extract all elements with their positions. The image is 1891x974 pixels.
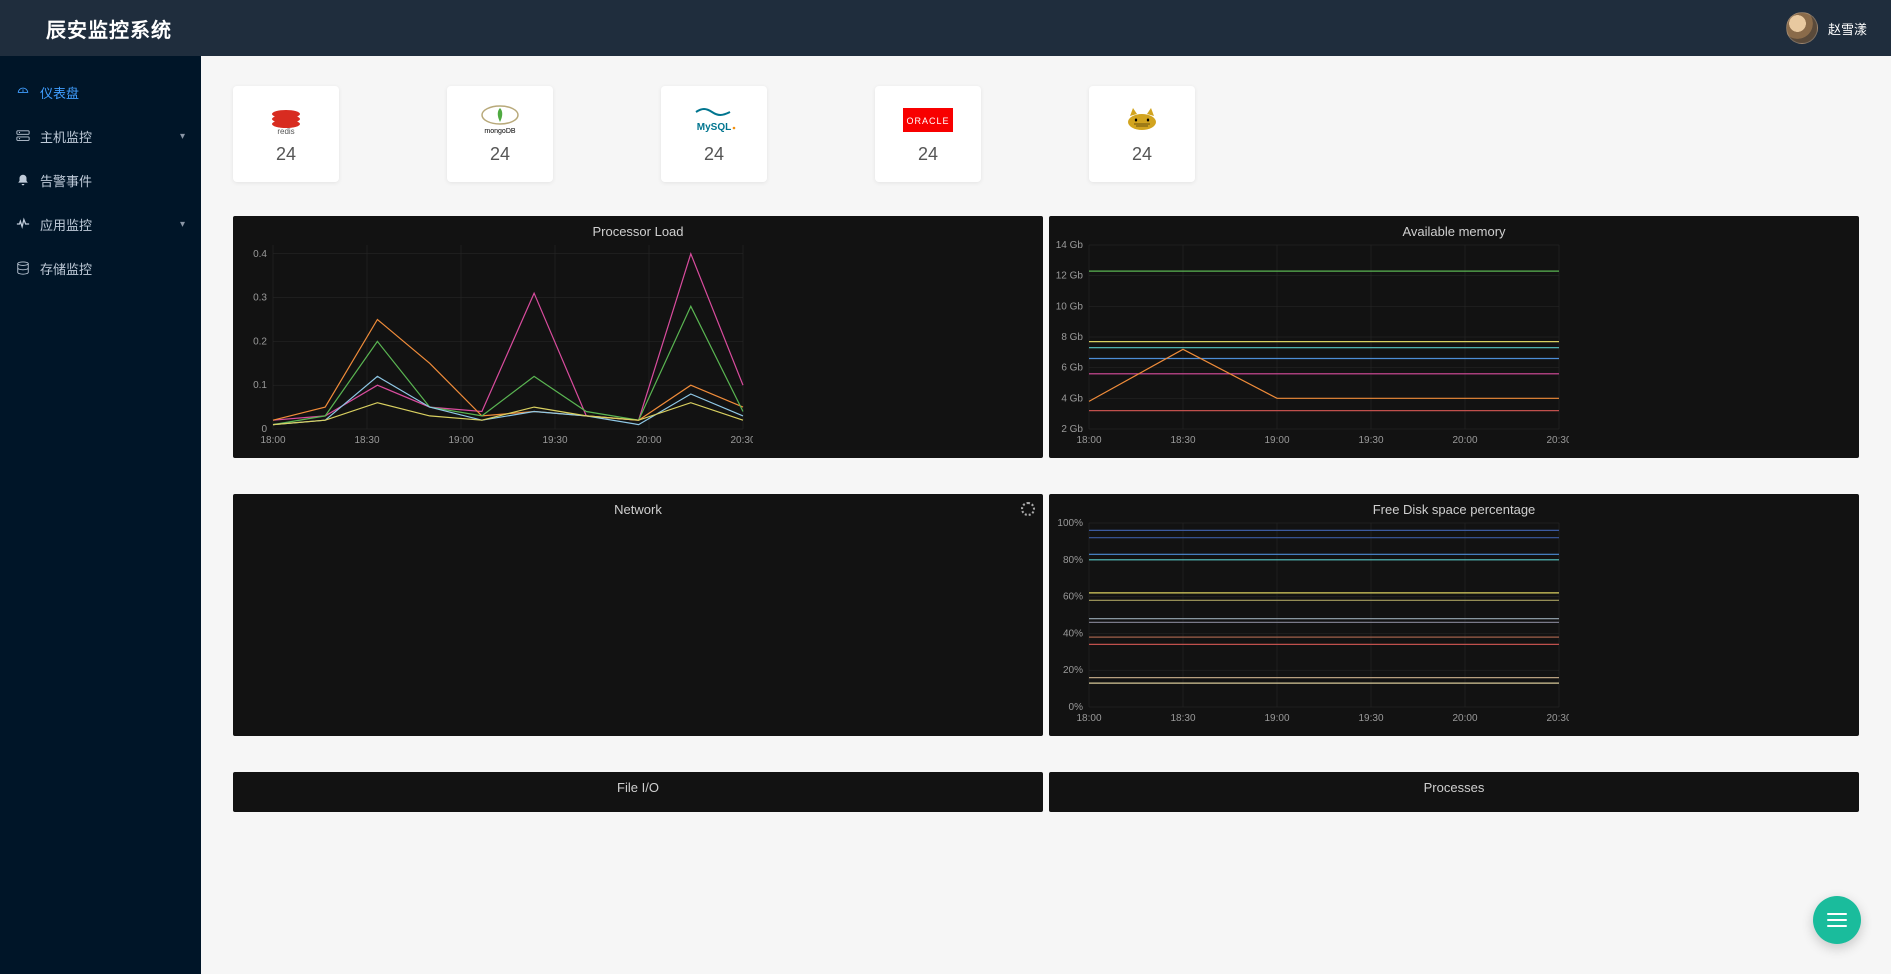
sidebar-item-label: 仪表盘 — [40, 83, 79, 102]
card-tomcat[interactable]: 24 — [1089, 86, 1195, 182]
svg-text:20:00: 20:00 — [636, 435, 661, 446]
server-icon — [16, 129, 30, 143]
main-content: redis 24 mongoDB 24 MySQL 24 ORACLE — [201, 56, 1891, 974]
svg-text:20:30: 20:30 — [730, 435, 753, 446]
mysql-icon: MySQL — [684, 104, 744, 136]
sidebar-item-label: 应用监控 — [40, 215, 92, 234]
chart-title: Processor Load — [233, 216, 1043, 239]
svg-text:19:00: 19:00 — [1264, 713, 1289, 724]
sidebar-item-label: 存储监控 — [40, 259, 92, 278]
chart-title: Free Disk space percentage — [1049, 494, 1859, 517]
tomcat-icon — [1112, 104, 1172, 136]
svg-text:80%: 80% — [1063, 555, 1083, 566]
svg-text:redis: redis — [277, 127, 294, 136]
svg-text:8 Gb: 8 Gb — [1061, 332, 1083, 343]
card-mysql[interactable]: MySQL 24 — [661, 86, 767, 182]
card-value: 24 — [704, 144, 724, 165]
svg-text:20:00: 20:00 — [1452, 435, 1477, 446]
sidebar-item-label: 告警事件 — [40, 171, 92, 190]
chart-title: Available memory — [1049, 216, 1859, 239]
svg-text:0: 0 — [261, 424, 267, 435]
chart-fileio[interactable]: File I/O — [233, 772, 1043, 812]
mongodb-icon: mongoDB — [470, 104, 530, 136]
user-area[interactable]: 赵雪漾 — [1786, 12, 1867, 44]
chevron-down-icon: ▾ — [180, 219, 185, 230]
svg-text:MySQL: MySQL — [697, 122, 731, 133]
dashboard-icon — [16, 85, 30, 99]
svg-text:20%: 20% — [1063, 665, 1083, 676]
chart-available-memory[interactable]: Available memory 2 Gb 4 Gb 6 Gb 8 Gb 10 Gb 12… — [1049, 216, 1859, 458]
redis-icon: redis — [256, 104, 316, 136]
sidebar-item-host[interactable]: 主机监控 ▾ — [0, 114, 201, 158]
svg-text:18:00: 18:00 — [260, 435, 285, 446]
database-icon — [16, 261, 30, 275]
svg-text:ORACLE: ORACLE — [906, 116, 949, 126]
menu-icon — [1827, 919, 1847, 922]
chart-processor-load[interactable]: Processor Load 0 0.1 0.2 0.3 0.4 18:00 18:30 19… — [233, 216, 1043, 458]
sidebar-item-label: 主机监控 — [40, 127, 92, 146]
svg-text:0.2: 0.2 — [253, 336, 267, 347]
card-value: 24 — [1132, 144, 1152, 165]
svg-text:0%: 0% — [1069, 702, 1084, 713]
oracle-icon: ORACLE — [898, 104, 958, 136]
card-value: 24 — [918, 144, 938, 165]
svg-text:18:30: 18:30 — [1170, 713, 1195, 724]
heartbeat-icon — [16, 217, 30, 231]
bell-icon — [16, 173, 30, 187]
sidebar-item-dashboard[interactable]: 仪表盘 — [0, 70, 201, 114]
chart-title: Network — [233, 494, 1043, 517]
svg-text:18:00: 18:00 — [1076, 435, 1101, 446]
sidebar: 仪表盘 主机监控 ▾ 告警事件 应用监控 ▾ 存储监控 — [0, 56, 201, 974]
svg-text:18:30: 18:30 — [354, 435, 379, 446]
svg-text:20:30: 20:30 — [1546, 713, 1569, 724]
header: 辰安监控系统 赵雪漾 — [0, 0, 1891, 56]
avatar[interactable] — [1786, 12, 1818, 44]
user-name: 赵雪漾 — [1828, 19, 1867, 38]
service-cards: redis 24 mongoDB 24 MySQL 24 ORACLE — [233, 86, 1859, 182]
chart-network[interactable]: Network — [233, 494, 1043, 736]
card-value: 24 — [490, 144, 510, 165]
svg-text:10 Gb: 10 Gb — [1056, 301, 1084, 312]
chart-disk[interactable]: Free Disk space percentage 0% 20% 40% 60% 80… — [1049, 494, 1859, 736]
card-value: 24 — [276, 144, 296, 165]
svg-text:2 Gb: 2 Gb — [1061, 424, 1083, 435]
chart-title: File I/O — [233, 772, 1043, 795]
loading-icon — [1021, 502, 1035, 516]
svg-text:14 Gb: 14 Gb — [1056, 240, 1084, 251]
svg-text:6 Gb: 6 Gb — [1061, 363, 1083, 374]
svg-text:0.1: 0.1 — [253, 380, 267, 391]
chart-title: Processes — [1049, 772, 1859, 795]
sidebar-item-storage[interactable]: 存储监控 — [0, 246, 201, 290]
svg-text:mongoDB: mongoDB — [484, 128, 515, 135]
svg-text:0.4: 0.4 — [253, 249, 267, 260]
card-redis[interactable]: redis 24 — [233, 86, 339, 182]
card-oracle[interactable]: ORACLE 24 — [875, 86, 981, 182]
svg-text:19:00: 19:00 — [448, 435, 473, 446]
svg-text:0.3: 0.3 — [253, 293, 267, 304]
svg-text:18:00: 18:00 — [1076, 713, 1101, 724]
sidebar-item-app[interactable]: 应用监控 ▾ — [0, 202, 201, 246]
svg-text:18:30: 18:30 — [1170, 435, 1195, 446]
svg-text:19:30: 19:30 — [542, 435, 567, 446]
svg-text:19:00: 19:00 — [1264, 435, 1289, 446]
svg-text:12 Gb: 12 Gb — [1056, 271, 1084, 282]
svg-text:100%: 100% — [1057, 518, 1083, 529]
svg-text:20:30: 20:30 — [1546, 435, 1569, 446]
svg-text:40%: 40% — [1063, 628, 1083, 639]
app-title: 辰安监控系统 — [46, 14, 172, 43]
svg-text:19:30: 19:30 — [1358, 435, 1383, 446]
svg-text:60%: 60% — [1063, 592, 1083, 603]
menu-fab-button[interactable] — [1813, 896, 1861, 944]
svg-text:19:30: 19:30 — [1358, 713, 1383, 724]
card-mongodb[interactable]: mongoDB 24 — [447, 86, 553, 182]
chart-processes[interactable]: Processes — [1049, 772, 1859, 812]
chevron-down-icon: ▾ — [180, 131, 185, 142]
sidebar-item-alarm[interactable]: 告警事件 — [0, 158, 201, 202]
svg-text:4 Gb: 4 Gb — [1061, 393, 1083, 404]
svg-text:20:00: 20:00 — [1452, 713, 1477, 724]
